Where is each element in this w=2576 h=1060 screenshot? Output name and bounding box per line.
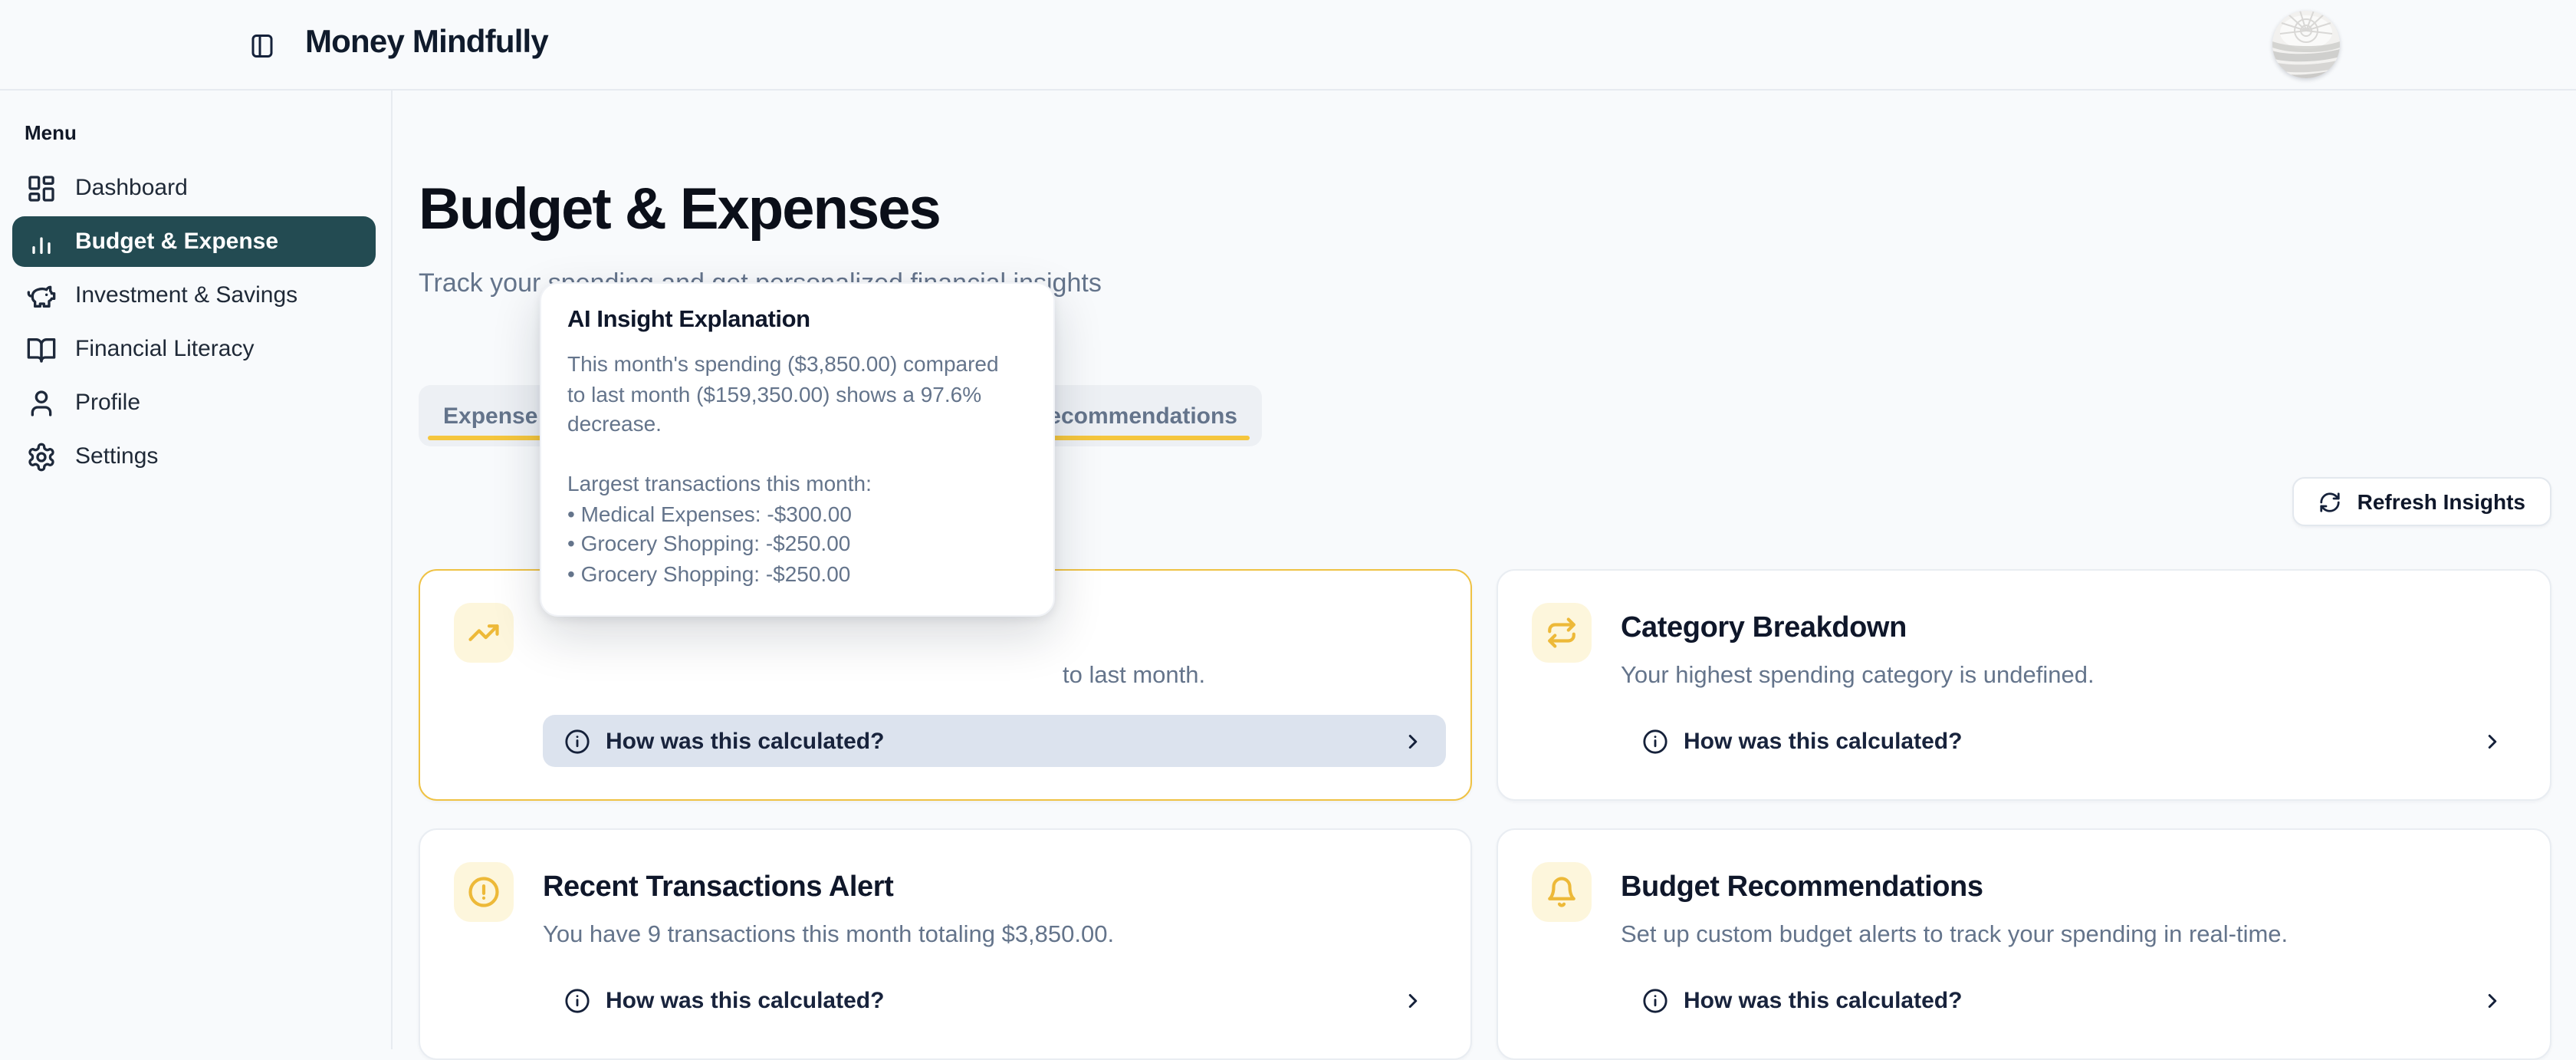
tooltip-body: This month's spending ($3,850.00) compar… — [567, 350, 1027, 589]
open-book-icon — [26, 334, 57, 364]
how-calculated-button-spending[interactable]: How was this calculated? — [543, 715, 1446, 767]
card-budget-recommendations: Budget Recommendations Set up custom bud… — [1497, 828, 2551, 1060]
user-avatar[interactable] — [2272, 11, 2340, 78]
sidebar-item-settings[interactable]: Settings — [0, 431, 391, 482]
how-calculated-label: How was this calculated? — [606, 987, 884, 1013]
card-description: You have 9 transactions this month total… — [543, 920, 1446, 950]
how-calculated-label: How was this calculated? — [606, 728, 884, 754]
sidebar-nav: Dashboard Budget & Expense Investment & … — [0, 163, 391, 482]
gear-icon — [26, 441, 57, 472]
sidebar-item-dashboard[interactable]: Dashboard — [0, 163, 391, 213]
bar-chart-icon — [26, 226, 57, 257]
how-calculated-button-category[interactable]: How was this calculated? — [1621, 715, 2525, 767]
sidebar-item-profile[interactable]: Profile — [0, 377, 391, 428]
sidebar-item-financial-literacy[interactable]: Financial Literacy — [0, 324, 391, 374]
piggy-bank-icon — [26, 280, 57, 311]
sidebar-item-label: Investment & Savings — [75, 282, 297, 308]
avatar-image — [2272, 11, 2340, 78]
app-header: Money Mindfully — [0, 0, 2576, 91]
card-category-breakdown: Category Breakdown Your highest spending… — [1497, 569, 2551, 801]
sidebar-item-label: Settings — [75, 443, 158, 469]
sidebar-item-investment-savings[interactable]: Investment & Savings — [0, 270, 391, 321]
card-title: Recent Transactions Alert — [543, 870, 1446, 905]
chevron-right-icon — [2481, 989, 2504, 1012]
sidebar-section-label: Menu — [0, 121, 391, 144]
repeat-icon — [1532, 603, 1592, 663]
chevron-right-icon — [1401, 729, 1424, 752]
sidebar-item-label: Budget & Expense — [75, 229, 278, 255]
sidebar-item-label: Financial Literacy — [75, 336, 254, 362]
card-description: Your highest spending category is undefi… — [1621, 661, 2525, 690]
card-description: Set up custom budget alerts to track you… — [1621, 920, 2525, 950]
ai-insight-tooltip: AI Insight Explanation This month's spen… — [540, 282, 1055, 617]
how-calculated-button-budget[interactable]: How was this calculated? — [1621, 974, 2525, 1026]
sidebar-toggle-button[interactable] — [248, 32, 276, 60]
panel-left-icon — [248, 32, 276, 60]
hidden-title-spacer — [543, 611, 1446, 690]
how-calculated-label: How was this calculated? — [1684, 987, 1962, 1013]
info-icon — [1642, 987, 1668, 1013]
user-icon — [26, 387, 57, 418]
card-title: Category Breakdown — [1621, 611, 2525, 646]
sidebar-item-label: Dashboard — [75, 175, 188, 201]
sidebar: Menu Dashboard Budget & Expense — [0, 91, 393, 1049]
chevron-right-icon — [1401, 989, 1424, 1012]
refresh-icon — [2319, 490, 2342, 513]
bell-icon — [1532, 862, 1592, 922]
info-icon — [564, 728, 590, 754]
alert-circle-icon — [454, 862, 514, 922]
app-root: Money Mindfully Menu — [0, 0, 2576, 1049]
how-calculated-label: How was this calculated? — [1684, 728, 1962, 754]
insight-cards-grid: to last month. How was this calculated? — [419, 569, 2551, 1060]
info-icon — [1642, 728, 1668, 754]
dashboard-grid-icon — [26, 173, 57, 203]
sidebar-item-label: Profile — [75, 390, 140, 416]
card-title: Budget Recommendations — [1621, 870, 2525, 905]
trending-up-icon — [454, 603, 514, 663]
info-icon — [564, 987, 590, 1013]
sidebar-item-budget-expense[interactable]: Budget & Expense — [12, 216, 376, 267]
refresh-insights-button[interactable]: Refresh Insights — [2293, 477, 2551, 526]
app-shell: Menu Dashboard Budget & Expense — [0, 91, 2576, 1049]
page-title: Budget & Expenses — [419, 176, 2551, 244]
tooltip-title: AI Insight Explanation — [567, 307, 1027, 334]
refresh-insights-label: Refresh Insights — [2358, 489, 2525, 514]
chevron-right-icon — [2481, 729, 2504, 752]
how-calculated-button-transactions[interactable]: How was this calculated? — [543, 974, 1446, 1026]
app-title: Money Mindfully — [305, 25, 548, 61]
card-recent-transactions-alert: Recent Transactions Alert You have 9 tra… — [419, 828, 1472, 1060]
